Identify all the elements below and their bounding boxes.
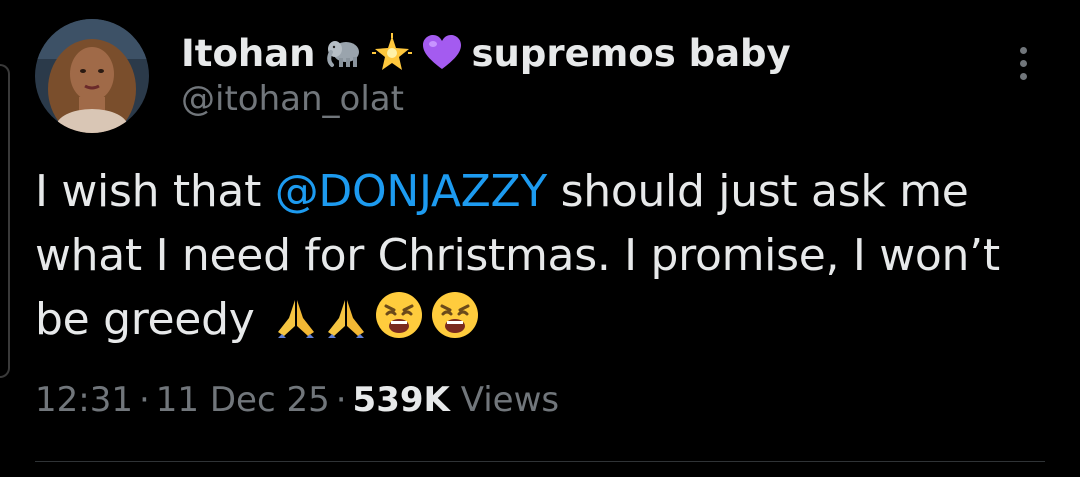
weary-face-icon	[430, 290, 480, 340]
tweet-text-start: I wish that	[35, 166, 275, 217]
views-label: Views	[460, 380, 560, 420]
separator: ·	[138, 380, 150, 420]
display-name[interactable]: Itohan	[181, 32, 316, 75]
display-name-suffix[interactable]: supremos baby	[472, 32, 791, 75]
tweet-time[interactable]: 12:31	[35, 380, 133, 420]
folded-hands-icon	[324, 296, 368, 340]
separator: ·	[335, 380, 347, 420]
dot-icon	[1019, 73, 1027, 80]
weary-face-icon	[374, 290, 424, 340]
more-options-button[interactable]	[1010, 44, 1036, 86]
divider	[35, 461, 1045, 462]
author-name-row[interactable]: Itohan supremos baby	[181, 28, 791, 78]
tweet-text: I wish that @DONJAZZY should just ask me…	[35, 160, 1045, 352]
mention-link[interactable]: @DONJAZZY	[275, 166, 548, 217]
tweet-meta: 12:31 · 11 Dec 25 · 539K Views	[35, 380, 559, 420]
dot-icon	[1019, 47, 1027, 54]
glowing-star-icon	[371, 33, 412, 73]
tweet-date[interactable]: 11 Dec 25	[156, 380, 330, 420]
author-handle[interactable]: @itohan_olat	[181, 79, 404, 119]
views-count[interactable]: 539K	[353, 380, 450, 420]
avatar[interactable]	[35, 19, 149, 133]
dot-icon	[1019, 60, 1027, 67]
scroll-indicator	[0, 64, 10, 378]
purple-heart-icon	[422, 35, 462, 71]
folded-hands-icon	[274, 296, 318, 340]
elephant-icon	[326, 38, 362, 68]
